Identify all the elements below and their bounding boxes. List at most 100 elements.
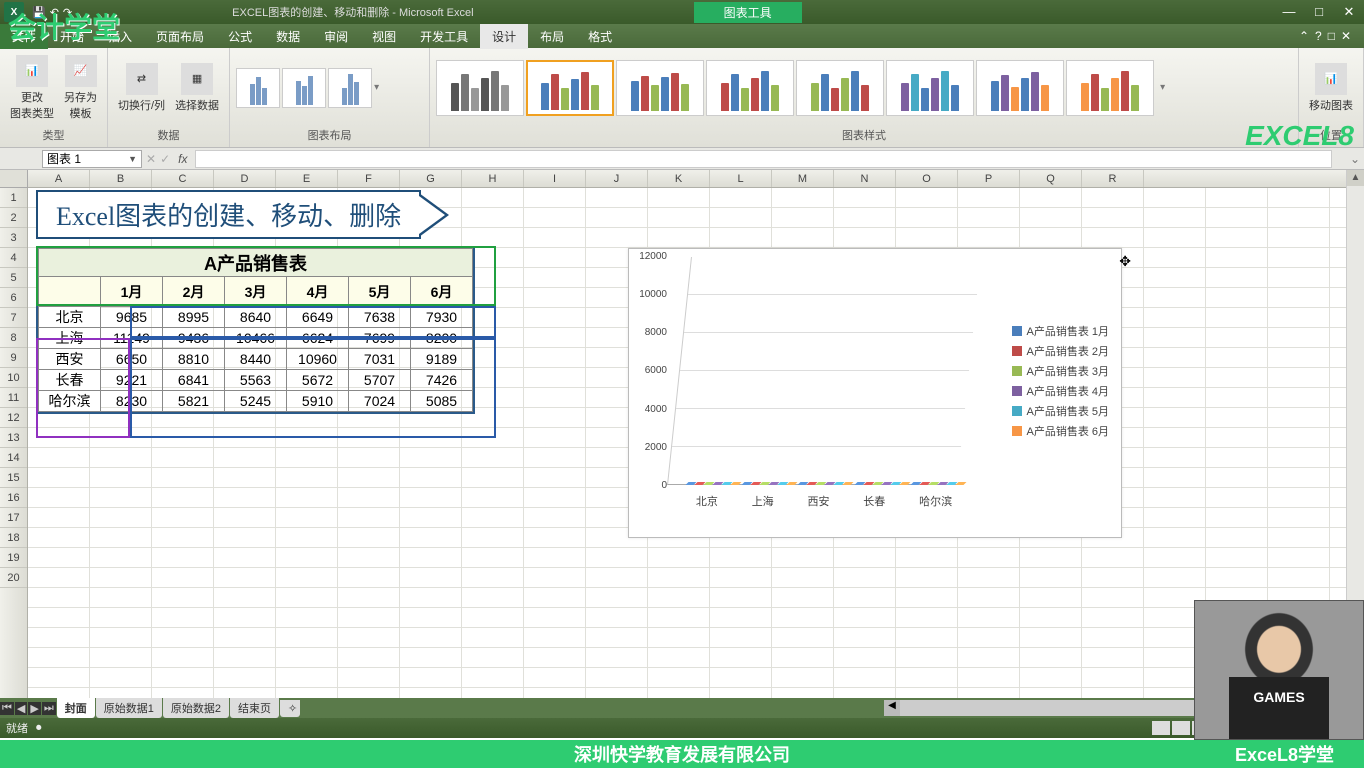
- name-box-dropdown-icon[interactable]: ▼: [128, 154, 137, 164]
- chart-style-4[interactable]: [706, 60, 794, 116]
- name-box[interactable]: 图表 1 ▼: [42, 150, 142, 168]
- ribbon-minimize-icon[interactable]: ⌃: [1299, 29, 1309, 43]
- row-header-13[interactable]: 13: [0, 428, 27, 448]
- chart-style-7[interactable]: [976, 60, 1064, 116]
- row-header-14[interactable]: 14: [0, 448, 27, 468]
- col-header-N[interactable]: N: [834, 170, 896, 187]
- table-cell[interactable]: 5821: [163, 391, 225, 412]
- table-cell[interactable]: 5245: [225, 391, 287, 412]
- col-header-F[interactable]: F: [338, 170, 400, 187]
- chart-style-2[interactable]: [526, 60, 614, 116]
- scroll-up-icon[interactable]: ▲: [1347, 170, 1364, 186]
- col-header-A[interactable]: A: [28, 170, 90, 187]
- chart-bars[interactable]: [683, 257, 965, 485]
- row-header-16[interactable]: 16: [0, 488, 27, 508]
- legend-item[interactable]: A产品销售表 5月: [1012, 403, 1109, 419]
- table-cell[interactable]: 5707: [349, 370, 411, 391]
- chart-style-5[interactable]: [796, 60, 884, 116]
- table-cell[interactable]: 10466: [225, 328, 287, 349]
- table-cell[interactable]: 7031: [349, 349, 411, 370]
- styles-more-icon[interactable]: ▾: [1156, 82, 1169, 93]
- move-chart-button[interactable]: 📊 移动图表: [1305, 61, 1357, 115]
- legend-item[interactable]: A产品销售表 4月: [1012, 383, 1109, 399]
- tab-view[interactable]: 视图: [360, 24, 408, 49]
- col-header-R[interactable]: R: [1082, 170, 1144, 187]
- table-cell[interactable]: 10960: [287, 349, 349, 370]
- col-header-K[interactable]: K: [648, 170, 710, 187]
- table-cell[interactable]: 6624: [287, 328, 349, 349]
- table-cell[interactable]: 6841: [163, 370, 225, 391]
- maximize-button[interactable]: □: [1304, 4, 1334, 20]
- row-header-17[interactable]: 17: [0, 508, 27, 528]
- row-header-20[interactable]: 20: [0, 568, 27, 588]
- legend-item[interactable]: A产品销售表 3月: [1012, 363, 1109, 379]
- window-close-icon[interactable]: ✕: [1341, 29, 1351, 43]
- table-cell[interactable]: 7024: [349, 391, 411, 412]
- col-header-J[interactable]: J: [586, 170, 648, 187]
- tab-developer[interactable]: 开发工具: [408, 24, 480, 49]
- formula-expand-icon[interactable]: ⌄: [1346, 152, 1364, 166]
- sheet-tab-data2[interactable]: 原始数据2: [163, 698, 229, 718]
- window-restore-icon[interactable]: □: [1328, 29, 1335, 43]
- row-header-15[interactable]: 15: [0, 468, 27, 488]
- column-headers[interactable]: ABCDEFGHIJKLMNOPQR: [28, 170, 1346, 188]
- table-cell[interactable]: 7930: [411, 307, 473, 328]
- table-cell[interactable]: 6649: [287, 307, 349, 328]
- legend-item[interactable]: A产品销售表 6月: [1012, 423, 1109, 439]
- chart-object[interactable]: ✥ 020004000600080001000012000 北京上海西安长春哈尔…: [628, 248, 1122, 538]
- minimize-button[interactable]: —: [1274, 4, 1304, 20]
- table-cell[interactable]: 5672: [287, 370, 349, 391]
- tab-design[interactable]: 设计: [480, 24, 528, 49]
- chart-layout-2[interactable]: [282, 68, 326, 108]
- table-cell[interactable]: 8440: [225, 349, 287, 370]
- row-header-5[interactable]: 5: [0, 268, 27, 288]
- row-header-1[interactable]: 1: [0, 188, 27, 208]
- select-all-corner[interactable]: [0, 170, 28, 188]
- col-header-B[interactable]: B: [90, 170, 152, 187]
- chart-style-8[interactable]: [1066, 60, 1154, 116]
- tab-data[interactable]: 数据: [264, 24, 312, 49]
- row-header-10[interactable]: 10: [0, 368, 27, 388]
- table-cell[interactable]: 8995: [163, 307, 225, 328]
- col-header-G[interactable]: G: [400, 170, 462, 187]
- table-cell[interactable]: 9685: [101, 307, 163, 328]
- select-data-button[interactable]: ▦ 选择数据: [171, 61, 223, 115]
- tab-format[interactable]: 格式: [576, 24, 624, 49]
- help-icon[interactable]: ?: [1315, 29, 1322, 43]
- col-header-D[interactable]: D: [214, 170, 276, 187]
- col-header-L[interactable]: L: [710, 170, 772, 187]
- table-cell[interactable]: 8810: [163, 349, 225, 370]
- row-header-8[interactable]: 8: [0, 328, 27, 348]
- legend-item[interactable]: A产品销售表 2月: [1012, 343, 1109, 359]
- chart-style-1[interactable]: [436, 60, 524, 116]
- table-cell[interactable]: 5085: [411, 391, 473, 412]
- row-header-6[interactable]: 6: [0, 288, 27, 308]
- sheet-nav-next[interactable]: ▶: [28, 702, 40, 715]
- tab-chart-layout[interactable]: 布局: [528, 24, 576, 49]
- row-header-9[interactable]: 9: [0, 348, 27, 368]
- fx-icon[interactable]: fx: [170, 152, 195, 166]
- macro-record-icon[interactable]: ⏺: [36, 722, 42, 735]
- table-cell[interactable]: 7638: [349, 307, 411, 328]
- sheet-tab-cover[interactable]: 封面: [57, 698, 95, 718]
- col-header-I[interactable]: I: [524, 170, 586, 187]
- save-as-template-button[interactable]: 📈 另存为 模板: [60, 53, 101, 123]
- sheet-nav-last[interactable]: ⏭: [42, 702, 56, 715]
- sheet-tab-end[interactable]: 结束页: [230, 698, 279, 718]
- table-cell[interactable]: 7699: [349, 328, 411, 349]
- table-cell[interactable]: 8230: [101, 391, 163, 412]
- layouts-more-icon[interactable]: ▾: [374, 82, 379, 93]
- accept-formula-icon[interactable]: ✓: [160, 152, 170, 166]
- chart-layout-3[interactable]: [328, 68, 372, 108]
- chart-layout-1[interactable]: [236, 68, 280, 108]
- table-cell[interactable]: 6650: [101, 349, 163, 370]
- sheet-nav-first[interactable]: ⏮: [0, 702, 14, 715]
- row-header-18[interactable]: 18: [0, 528, 27, 548]
- row-headers[interactable]: 1234567891011121314151617181920: [0, 188, 28, 698]
- col-header-O[interactable]: O: [896, 170, 958, 187]
- col-header-E[interactable]: E: [276, 170, 338, 187]
- col-header-H[interactable]: H: [462, 170, 524, 187]
- tab-page-layout[interactable]: 页面布局: [144, 24, 216, 49]
- col-header-P[interactable]: P: [958, 170, 1020, 187]
- row-header-2[interactable]: 2: [0, 208, 27, 228]
